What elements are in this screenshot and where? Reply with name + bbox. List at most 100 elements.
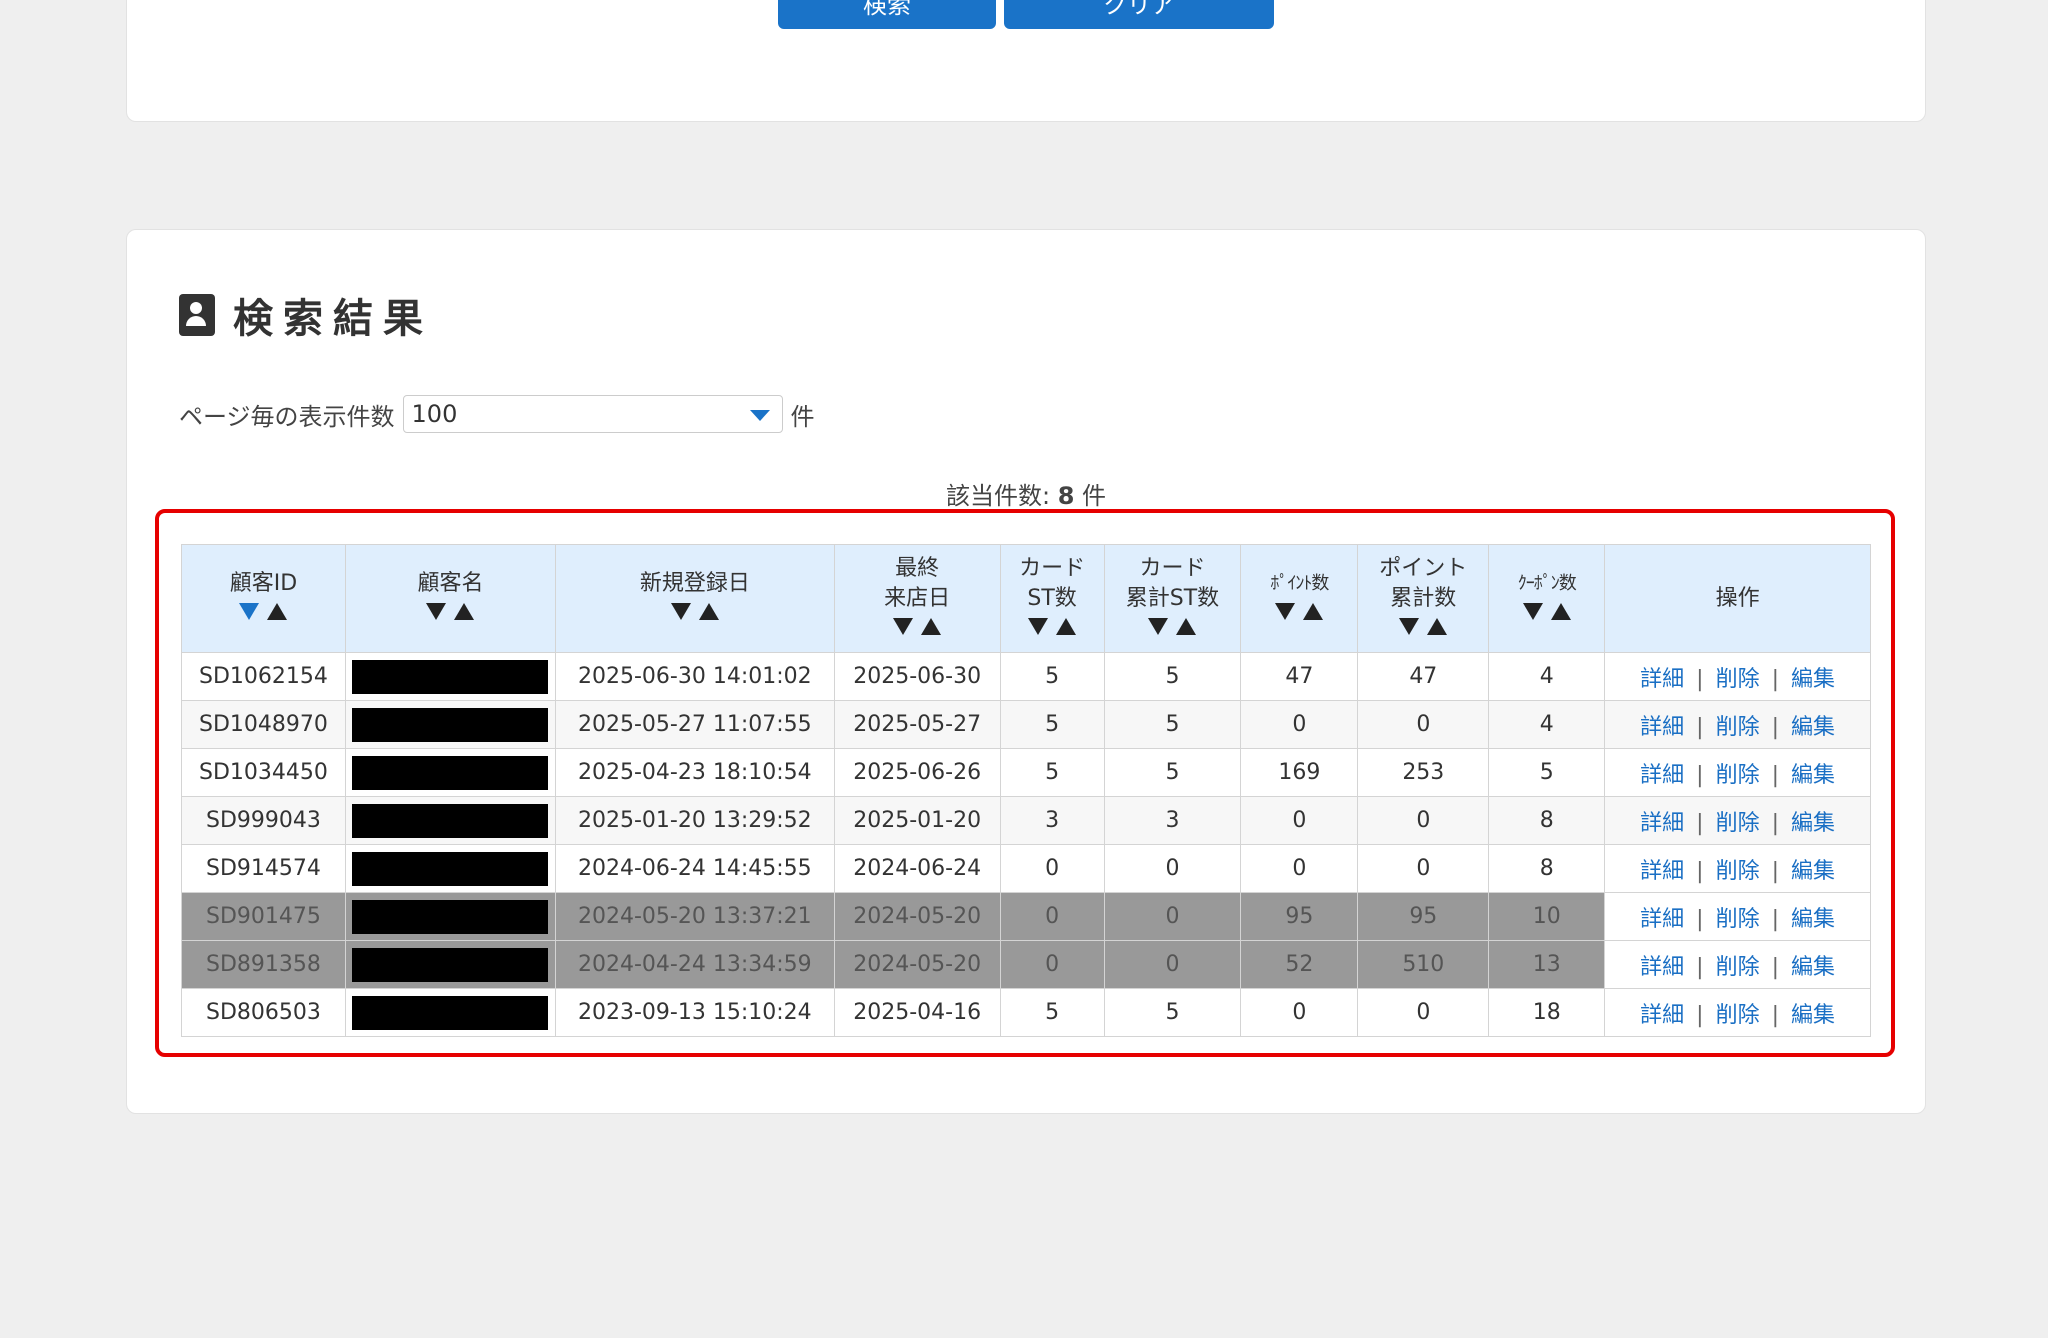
cell-id: SD914574 <box>181 844 346 893</box>
sort-asc-icon[interactable] <box>1303 602 1324 620</box>
header-customer-id: 顧客ID <box>181 544 346 653</box>
separator: | <box>1771 858 1780 884</box>
sort-desc-icon[interactable] <box>1275 602 1296 620</box>
edit-link[interactable]: 編集 <box>1791 907 1835 932</box>
sort-asc-icon[interactable] <box>1176 617 1197 635</box>
sort-controls <box>1028 617 1077 635</box>
cell-coupons: 13 <box>1488 940 1606 989</box>
edit-link[interactable]: 編集 <box>1791 811 1835 836</box>
cell-points: 47 <box>1240 652 1359 701</box>
chevron-down-icon <box>749 410 770 421</box>
cell-points: 52 <box>1240 940 1359 989</box>
detail-link[interactable]: 詳細 <box>1640 715 1684 740</box>
cell-last-visit: 2025-06-30 <box>833 652 1001 701</box>
edit-link[interactable]: 編集 <box>1791 667 1835 692</box>
edit-link[interactable]: 編集 <box>1791 859 1835 884</box>
cell-card-total: 5 <box>1103 748 1242 797</box>
detail-link[interactable]: 詳細 <box>1640 955 1684 980</box>
sort-asc-icon[interactable] <box>1056 617 1077 635</box>
edit-link[interactable]: 編集 <box>1791 1003 1835 1028</box>
cell-points-total: 253 <box>1357 748 1490 797</box>
detail-link[interactable]: 詳細 <box>1640 763 1684 788</box>
cell-coupons: 8 <box>1488 796 1606 845</box>
delete-link[interactable]: 削除 <box>1716 763 1760 788</box>
edit-link[interactable]: 編集 <box>1791 763 1835 788</box>
separator: | <box>1696 858 1704 884</box>
delete-link[interactable]: 削除 <box>1716 811 1760 836</box>
cell-points: 0 <box>1240 988 1359 1037</box>
sort-asc-icon[interactable] <box>1427 617 1448 635</box>
cell-id: SD806503 <box>181 988 346 1037</box>
cell-operations: 詳細 | 削除 | 編集 <box>1604 988 1871 1037</box>
header-card-st: カード ST数 <box>999 544 1105 653</box>
sort-desc-icon[interactable] <box>239 602 260 620</box>
sort-asc-icon[interactable] <box>698 602 719 620</box>
cell-coupons: 18 <box>1488 988 1606 1037</box>
cell-last-visit: 2025-05-27 <box>833 700 1001 749</box>
cell-card-st: 0 <box>999 892 1105 941</box>
header-last-visit: 最終 来店日 <box>833 544 1001 653</box>
separator: | <box>1696 1002 1704 1028</box>
sort-asc-icon[interactable] <box>454 602 475 620</box>
cell-last-visit: 2024-06-24 <box>833 844 1001 893</box>
separator: | <box>1696 906 1704 932</box>
delete-link[interactable]: 削除 <box>1716 1003 1760 1028</box>
cell-last-visit: 2024-05-20 <box>833 940 1001 989</box>
delete-link[interactable]: 削除 <box>1716 955 1760 980</box>
per-page-label: ページ毎の表示件数 <box>179 402 395 431</box>
table-row: SD891358 2024-04-24 13:34:59 2024-05-20 0 0 5… <box>181 940 1871 989</box>
sort-desc-icon[interactable] <box>426 602 447 620</box>
cell-customer-name <box>344 700 556 749</box>
edit-link[interactable]: 編集 <box>1791 715 1835 740</box>
delete-link[interactable]: 削除 <box>1716 715 1760 740</box>
sort-desc-icon[interactable] <box>893 617 914 635</box>
separator: | <box>1771 954 1780 980</box>
separator: | <box>1771 810 1780 836</box>
detail-link[interactable]: 詳細 <box>1640 1003 1684 1028</box>
cell-card-st: 0 <box>999 844 1105 893</box>
per-page-select[interactable]: 100 <box>402 395 783 433</box>
cell-card-total: 0 <box>1103 892 1242 941</box>
cell-customer-name <box>344 940 556 989</box>
cell-points-total: 0 <box>1357 700 1490 749</box>
sort-desc-icon[interactable] <box>670 602 691 620</box>
cell-customer-name <box>344 796 556 845</box>
cell-registered: 2023-09-13 15:10:24 <box>554 988 835 1037</box>
sort-desc-icon[interactable] <box>1148 617 1169 635</box>
sort-desc-icon[interactable] <box>1522 602 1543 620</box>
clear-button[interactable]: クリア <box>1004 0 1274 29</box>
table-row: SD1048970 2025-05-27 11:07:55 2025-05-27 5 5… <box>181 700 1871 749</box>
search-button[interactable]: 検索 <box>778 0 996 29</box>
delete-link[interactable]: 削除 <box>1716 907 1760 932</box>
contact-book-icon <box>179 294 215 336</box>
cell-card-st: 5 <box>999 748 1105 797</box>
edit-link[interactable]: 編集 <box>1791 955 1835 980</box>
cell-id: SD1048970 <box>181 700 346 749</box>
cell-points-total: 0 <box>1357 844 1490 893</box>
detail-link[interactable]: 詳細 <box>1640 811 1684 836</box>
results-heading: 検索結果 <box>179 286 433 344</box>
detail-link[interactable]: 詳細 <box>1640 859 1684 884</box>
sort-desc-icon[interactable] <box>1399 617 1420 635</box>
cell-card-st: 5 <box>999 700 1105 749</box>
separator: | <box>1696 714 1704 740</box>
cell-points-total: 47 <box>1357 652 1490 701</box>
delete-link[interactable]: 削除 <box>1716 859 1760 884</box>
separator: | <box>1771 714 1780 740</box>
header-customer-name: 顧客名 <box>344 544 556 653</box>
delete-link[interactable]: 削除 <box>1716 667 1760 692</box>
sort-controls <box>1522 602 1571 620</box>
cell-coupons: 4 <box>1488 652 1606 701</box>
sort-asc-icon[interactable] <box>921 617 942 635</box>
separator: | <box>1696 810 1704 836</box>
sort-asc-icon[interactable] <box>267 602 288 620</box>
sort-desc-icon[interactable] <box>1028 617 1049 635</box>
cell-registered: 2025-04-23 18:10:54 <box>554 748 835 797</box>
detail-link[interactable]: 詳細 <box>1640 667 1684 692</box>
cell-operations: 詳細 | 削除 | 編集 <box>1604 748 1871 797</box>
cell-id: SD1034450 <box>181 748 346 797</box>
result-count-value: 8 <box>1057 482 1075 510</box>
detail-link[interactable]: 詳細 <box>1640 907 1684 932</box>
sort-asc-icon[interactable] <box>1550 602 1571 620</box>
cell-points-total: 0 <box>1357 988 1490 1037</box>
